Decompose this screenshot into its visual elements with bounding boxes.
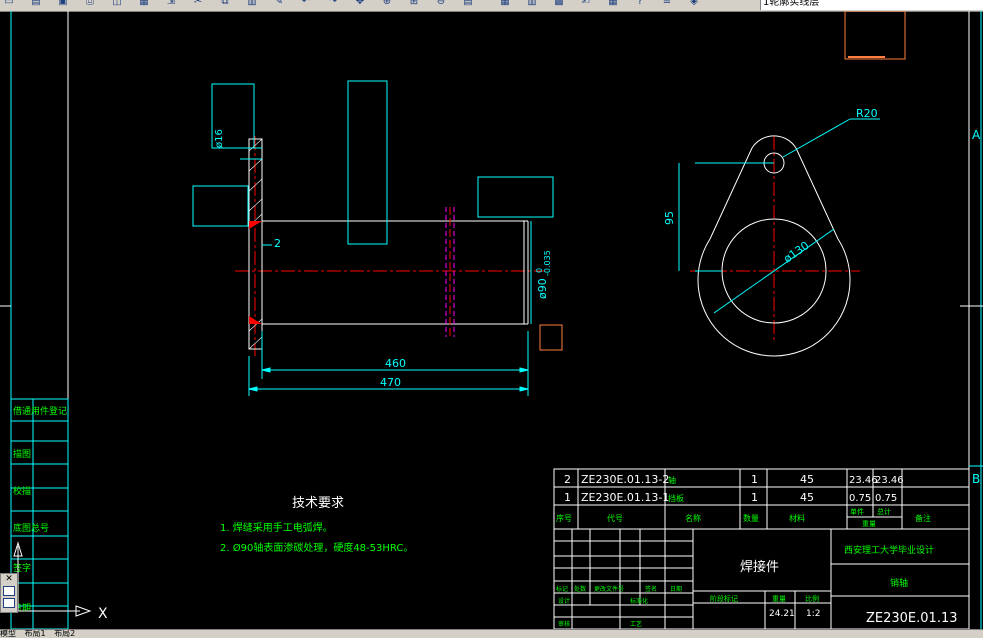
layer-state-icon[interactable]: ◈ — [689, 0, 699, 7]
plot-icon[interactable]: ⇲ — [166, 0, 176, 7]
zoom-realtime-icon[interactable]: ⊕ — [382, 0, 392, 7]
save-icon[interactable]: ▣ — [58, 0, 68, 7]
title-school: 西安理工大学毕业设计 — [844, 544, 934, 556]
title-label-process: 工艺 — [630, 620, 642, 628]
copy-icon[interactable]: ⧉ — [220, 0, 230, 7]
dim-460: 460 — [385, 357, 406, 370]
title-label-design: 设计 — [558, 597, 570, 605]
bom-row-1-code: ZE230E.01.13-1 — [581, 491, 669, 504]
bom-header-unit: 单件 — [850, 507, 864, 516]
zone-label-b: B — [972, 472, 980, 486]
zone-label-a: A — [972, 128, 981, 142]
bom-header-mat: 材料 — [789, 513, 805, 523]
pan-icon[interactable]: ✥ — [355, 0, 365, 7]
open-icon[interactable]: ▤ — [31, 0, 41, 7]
designcenter-icon[interactable]: ▦ — [500, 0, 510, 7]
bom-row-2-mat: 45 — [800, 473, 814, 486]
markup-icon[interactable]: ✍ — [581, 0, 591, 7]
dim-tol-lower: -0.035 — [543, 250, 552, 276]
title-drawing-no: ZE230E.01.13 — [866, 611, 958, 626]
dim-R20: R20 — [856, 107, 878, 120]
layer-manager-icon[interactable]: ≡ — [662, 0, 672, 7]
close-icon[interactable]: ✕ — [1, 574, 17, 584]
tech-item-1: 1. 焊缝采用手工电弧焊。 — [220, 521, 333, 534]
calc-icon[interactable]: ▦ — [608, 0, 618, 7]
title-scale-hdr: 比例 — [805, 594, 819, 603]
zoom-window-icon[interactable]: ⊞ — [409, 0, 419, 7]
dimension-annotations — [192, 80, 563, 396]
bom-header-total: 总计 — [877, 507, 891, 516]
bom-header-code: 代号 — [607, 513, 623, 523]
redo-icon[interactable]: ↷ — [328, 0, 338, 7]
binding-table: 借通用件登记 描图 校描 底图总号 签字 日期 — [10, 398, 69, 629]
dim-phi130: ø130 — [781, 239, 811, 266]
tool-palette[interactable]: ✕ — [0, 573, 18, 613]
svg-text:X: X — [98, 606, 108, 622]
sheetset-icon[interactable]: ▩ — [554, 0, 564, 7]
bom-row-2-unit: 23.46 — [849, 475, 878, 486]
layer-dropdown[interactable]: 1轮廓实线层 — [760, 0, 983, 10]
title-part-type: 焊接件 — [740, 559, 779, 575]
properties-icon[interactable]: ▤ — [463, 0, 473, 7]
match-icon[interactable]: ✎ — [274, 0, 284, 7]
bom-header-no: 序号 — [556, 513, 572, 523]
dim-470: 470 — [380, 376, 401, 389]
palette-item-icon-2[interactable] — [3, 598, 15, 608]
bom-row-1-no: 1 — [564, 491, 571, 504]
title-label-review: 审核 — [558, 620, 570, 628]
paste-icon[interactable]: ▥ — [247, 0, 257, 7]
print-icon[interactable]: ⎙ — [85, 0, 95, 7]
drawing-canvas[interactable]: A B 借通用件登记 描图 校描 底图总号 签字 日期 X ø16 2 ø90 … — [0, 11, 983, 629]
binding-label-2: 校描 — [13, 485, 31, 497]
bom-header-qty: 数量 — [743, 513, 759, 523]
title-weight: 24.21 — [769, 609, 795, 619]
bom-row-2-total: 23.46 — [875, 475, 904, 486]
binding-label-1: 描图 — [13, 448, 31, 460]
binding-label-3: 底图总号 — [13, 522, 49, 534]
title-label-count: 处数 — [574, 585, 586, 593]
title-label-sign: 签名 — [645, 585, 657, 593]
bom-row-1-unit: 0.75 — [849, 493, 871, 504]
cut-icon[interactable]: ✂ — [193, 0, 203, 7]
layer-name: 1轮廓实线层 — [763, 0, 820, 8]
bom-row-1-name: 挡板 — [668, 493, 684, 503]
help-icon[interactable]: ? — [635, 0, 645, 7]
binding-label-0: 借通用件登记 — [13, 405, 67, 417]
bom-row-2-code: ZE230E.01.13-2 — [581, 473, 669, 486]
new-icon[interactable]: ▭ — [4, 0, 14, 7]
bom-row-2-no: 2 — [564, 473, 571, 486]
title-part-name: 销轴 — [890, 577, 908, 589]
title-weight-hdr: 重量 — [772, 595, 786, 603]
dim-2: 2 — [274, 237, 281, 250]
bom-row-2-name: 轴 — [668, 475, 676, 485]
tech-title: 技术要求 — [292, 496, 344, 511]
title-label-std: 标准化 — [630, 597, 648, 605]
tech-item-2: 2. Ø90轴表面渗碳处理，硬度48-53HRC。 — [220, 541, 413, 554]
title-stage-hdr: 阶段标记 — [710, 594, 738, 603]
zoom-previous-icon[interactable]: ⊖ — [436, 0, 446, 7]
toolpalette-icon[interactable]: ▥ — [527, 0, 537, 7]
title-label-mark: 标记 — [556, 585, 568, 593]
preview-icon[interactable]: ◫ — [112, 0, 122, 7]
bom-row-1-mat: 45 — [800, 491, 814, 504]
dim-95: 95 — [663, 211, 676, 225]
undo-icon[interactable]: ↶ — [301, 0, 311, 7]
palette-item-icon[interactable] — [3, 586, 15, 596]
shaft-front-view — [235, 136, 545, 356]
bom-row-1-qty: 1 — [751, 491, 758, 504]
title-scale: 1:2 — [806, 609, 820, 619]
title-label-date: 日期 — [670, 585, 682, 593]
plate-side-view — [678, 118, 880, 357]
bom-header-remark: 备注 — [915, 513, 931, 523]
dim-phi90: ø90 — [536, 278, 549, 299]
bom-row-1-total: 0.75 — [875, 493, 897, 504]
publish-icon[interactable]: ▦ — [139, 0, 149, 7]
bom-header-weight: 重量 — [862, 520, 876, 528]
bom-header-name: 名称 — [685, 513, 701, 523]
top-right-box — [844, 11, 906, 60]
title-label-change: 更改文件号 — [594, 585, 624, 593]
dim-phi16: ø16 — [214, 129, 225, 148]
bom-row-2-qty: 1 — [751, 473, 758, 486]
